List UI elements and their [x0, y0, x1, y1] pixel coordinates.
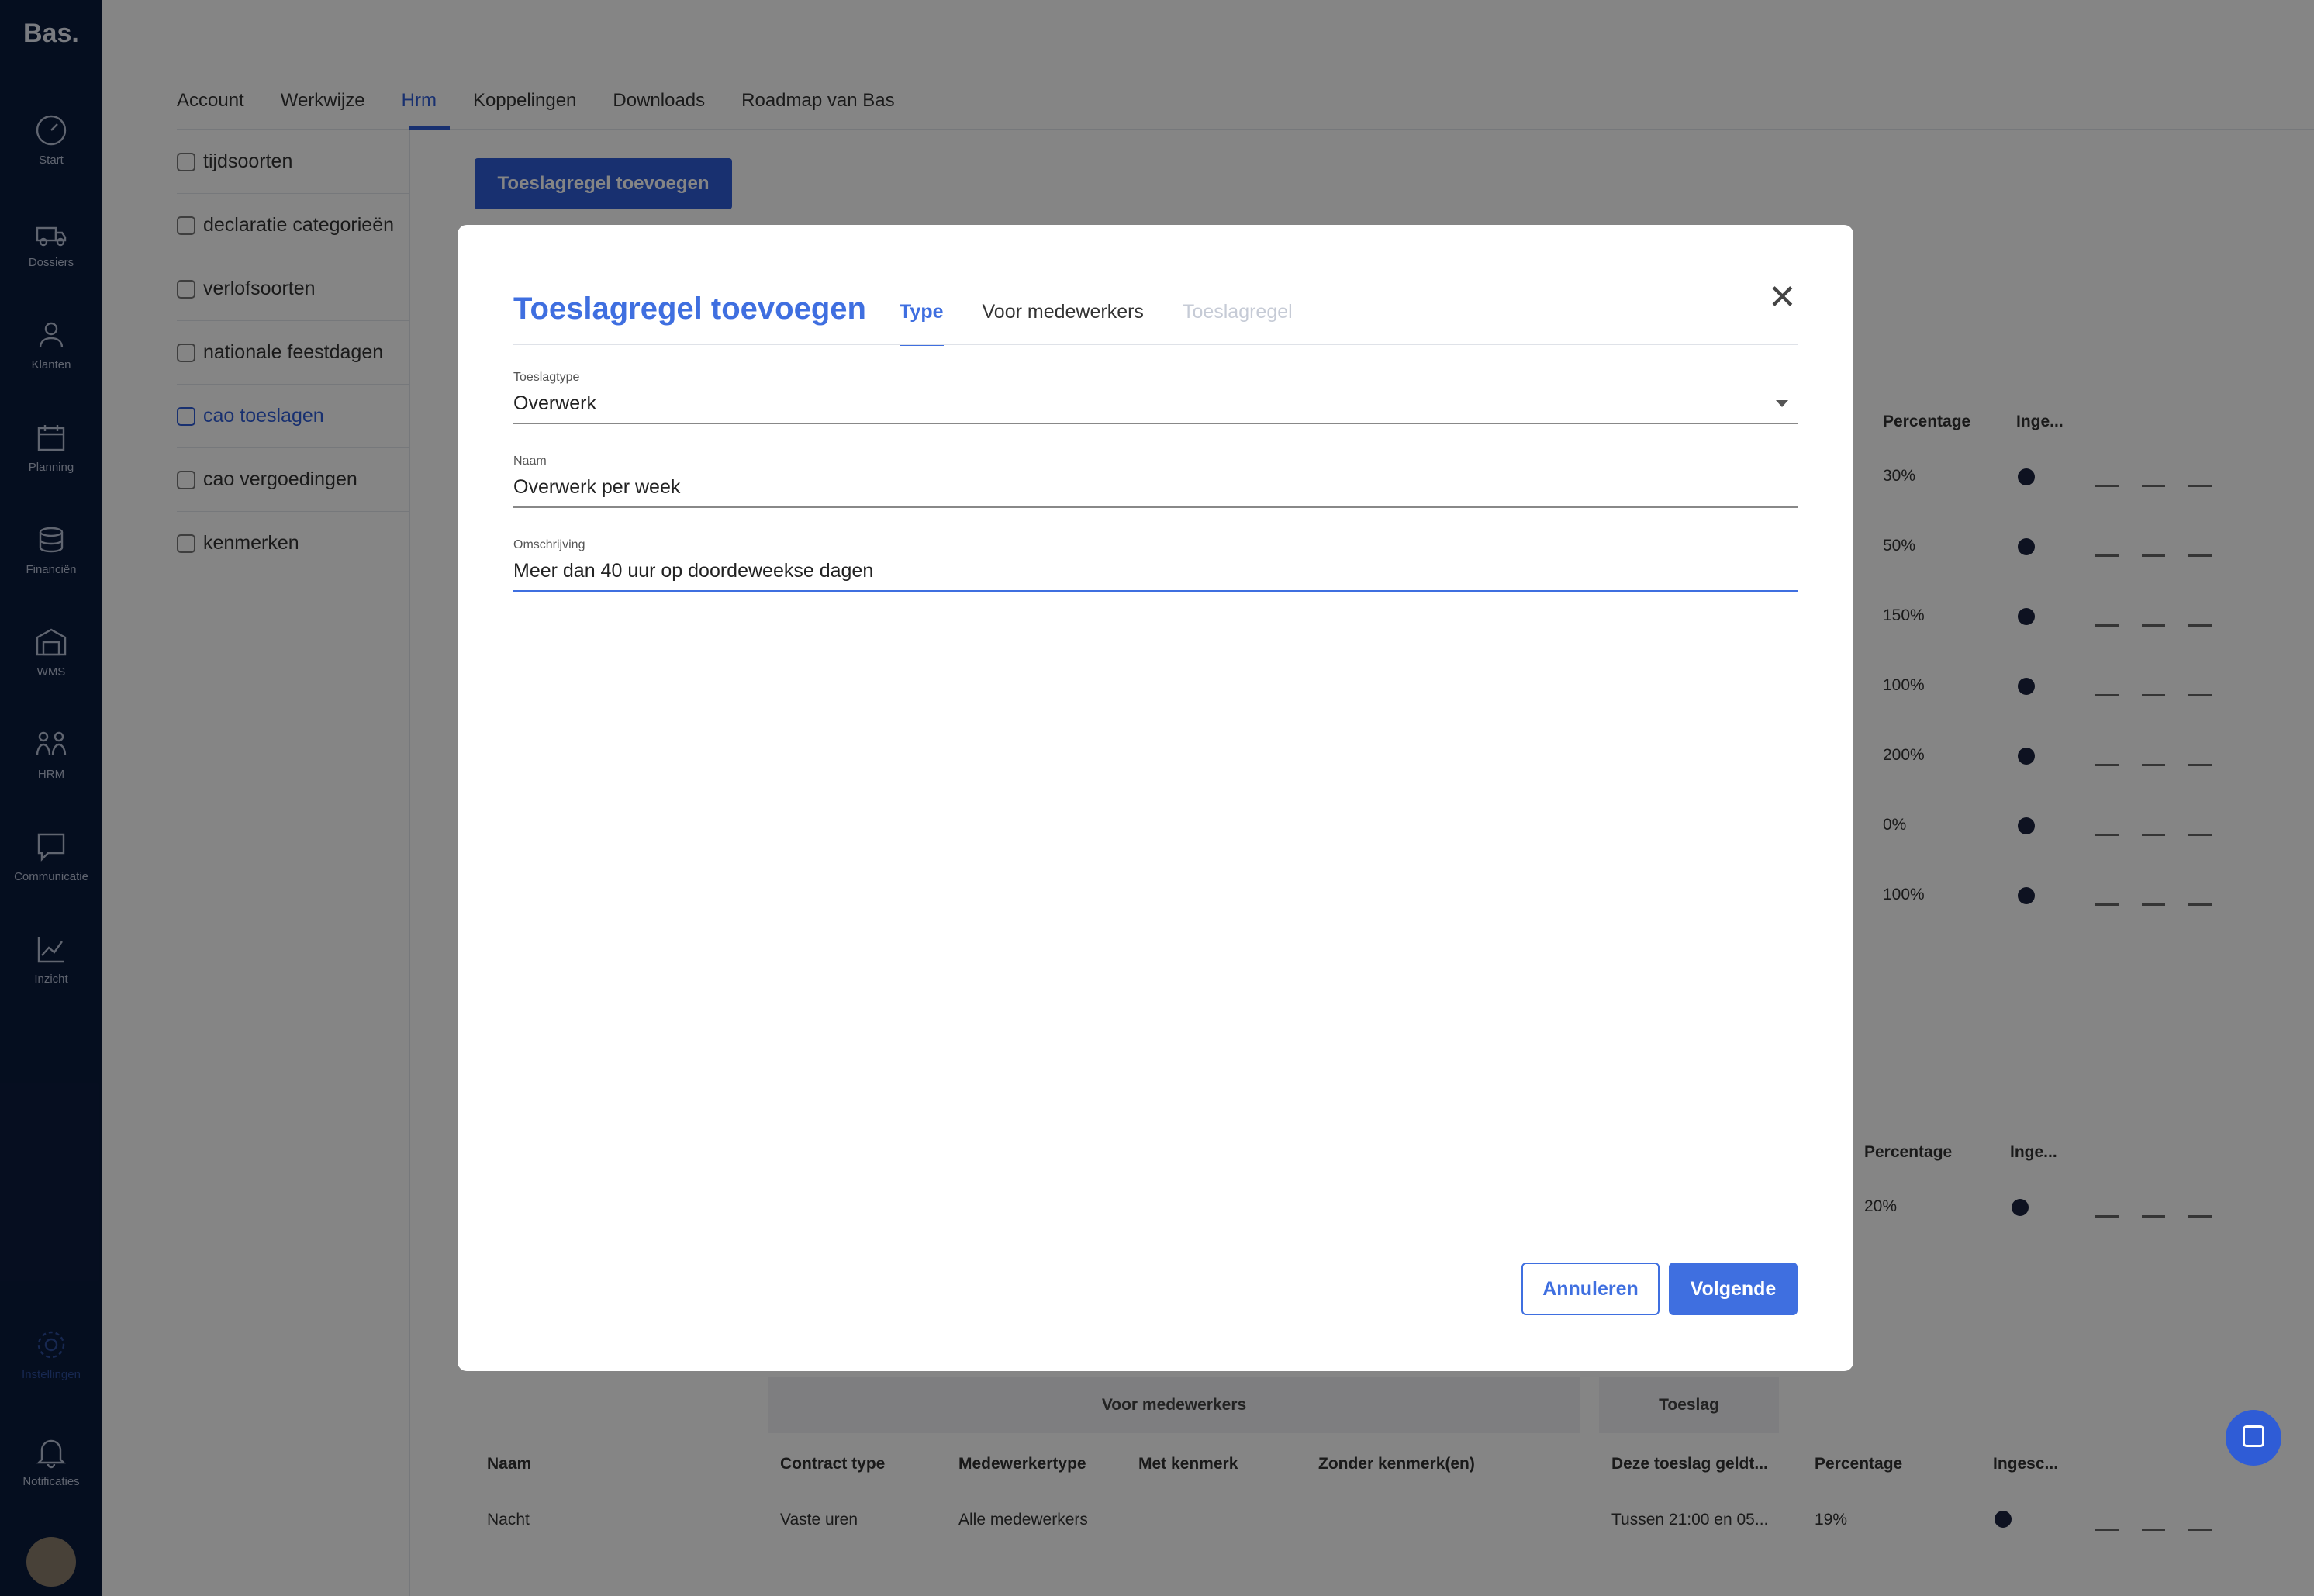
field-value: Meer dan 40 uur op doordeweekse dagen [513, 560, 874, 582]
modal-tab-voor-medewerkers[interactable]: Voor medewerkers [983, 301, 1144, 346]
chat-icon [2243, 1425, 2264, 1447]
field-label: Omschrijving [513, 538, 585, 551]
field-value: Overwerk per week [513, 476, 681, 498]
modal-title: Toeslagregel toevoegen [513, 292, 866, 326]
modal-tabs: Type Voor medewerkers Toeslagregel [900, 301, 1293, 346]
cancel-button[interactable]: Annuleren [1521, 1263, 1660, 1315]
close-icon[interactable]: ✕ [1768, 278, 1797, 317]
chevron-down-icon [1776, 400, 1788, 407]
field-label: Toeslagtype [513, 371, 580, 384]
modal-tabs-divider [513, 344, 1798, 345]
next-button[interactable]: Volgende [1669, 1263, 1798, 1315]
field-label: Naam [513, 454, 547, 468]
naam-field[interactable]: Naam Overwerk per week [513, 454, 1798, 508]
add-toeslagregel-modal: Toeslagregel toevoegen Type Voor medewer… [458, 225, 1853, 1371]
field-value: Overwerk [513, 392, 596, 414]
modal-tab-type[interactable]: Type [900, 301, 944, 346]
modal-tab-toeslagregel: Toeslagregel [1182, 301, 1293, 323]
toeslagtype-select[interactable]: Toeslagtype Overwerk [513, 371, 1798, 424]
omschrijving-field[interactable]: Omschrijving Meer dan 40 uur op doordewe… [513, 538, 1798, 592]
chat-launcher-button[interactable] [2226, 1410, 2281, 1466]
